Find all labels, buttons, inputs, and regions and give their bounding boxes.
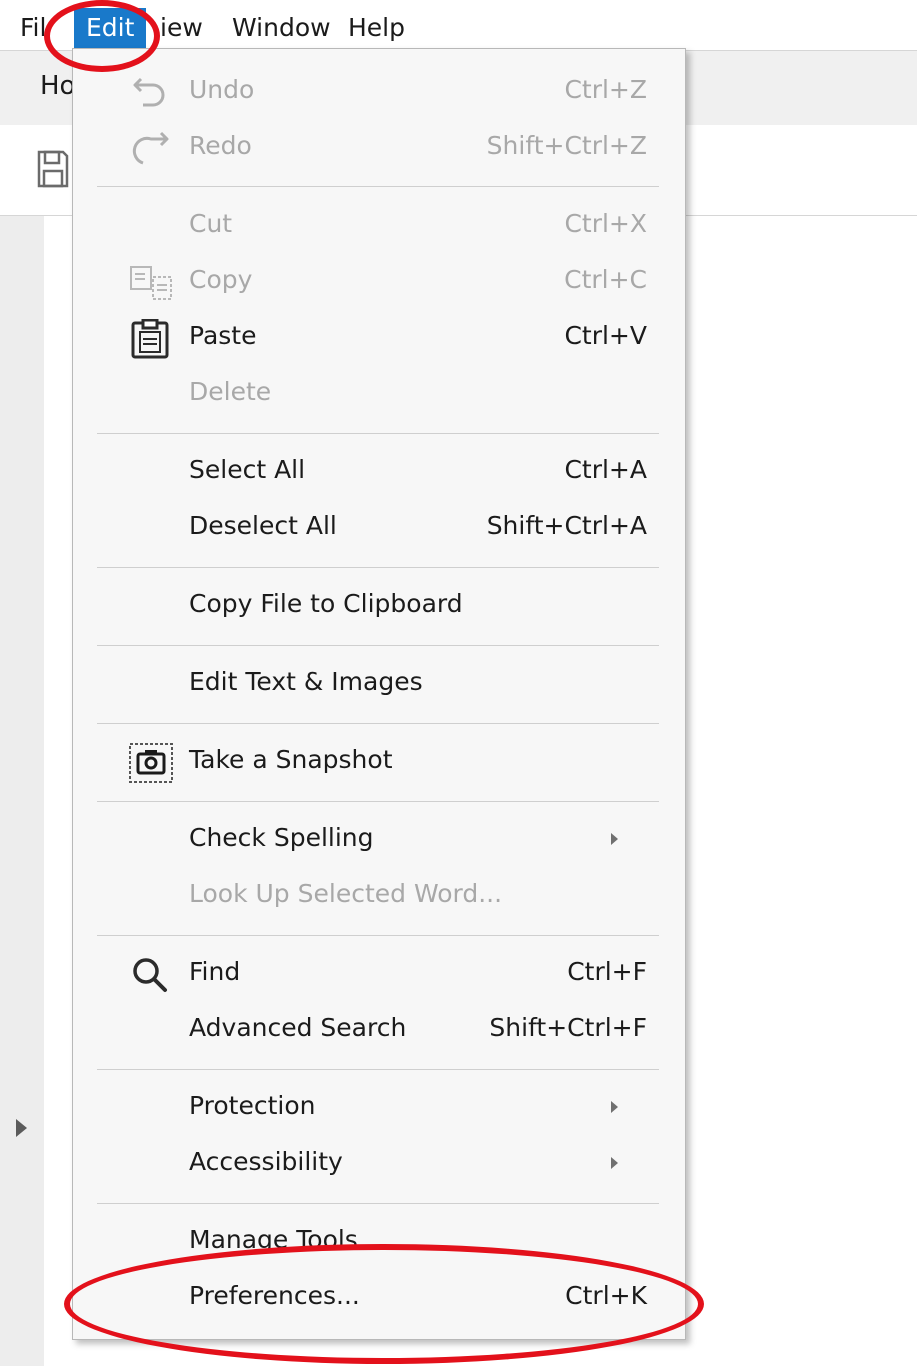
menu-separator xyxy=(97,935,659,936)
menu-item-label: Manage Tools xyxy=(189,1225,358,1254)
menu-item-manage-tools[interactable]: Manage Tools xyxy=(73,1215,685,1271)
menubar-file[interactable]: Fil xyxy=(20,10,46,46)
menu-separator xyxy=(97,723,659,724)
submenu-arrow-icon xyxy=(611,1157,618,1169)
menubar-view[interactable]: iew xyxy=(160,10,203,46)
menu-item-check-spelling[interactable]: Check Spelling xyxy=(73,813,685,869)
menu-item-take-snapshot[interactable]: Take a Snapshot xyxy=(73,735,685,791)
copy-icon xyxy=(129,263,173,303)
camera-icon xyxy=(129,743,173,783)
undo-icon xyxy=(129,73,173,113)
menu-item-label: Undo xyxy=(189,75,255,104)
menu-item-label: Take a Snapshot xyxy=(189,745,393,774)
menu-item-shortcut: Ctrl+A xyxy=(564,455,647,484)
menu-item-shortcut: Ctrl+X xyxy=(564,209,647,238)
menu-item-edit-text-images[interactable]: Edit Text & Images xyxy=(73,657,685,713)
menu-item-protection[interactable]: Protection xyxy=(73,1081,685,1137)
menu-item-label: Edit Text & Images xyxy=(189,667,423,696)
menu-item-label: Protection xyxy=(189,1091,316,1120)
menubar-help[interactable]: Help xyxy=(348,10,405,46)
menubar-edit[interactable]: Edit xyxy=(74,8,147,48)
menu-item-label: Cut xyxy=(189,209,233,238)
menu-item-shortcut: Shift+Ctrl+F xyxy=(489,1013,647,1042)
menu-item-delete[interactable]: Delete xyxy=(73,367,685,423)
menu-item-cut[interactable]: Cut Ctrl+X xyxy=(73,199,685,255)
save-icon[interactable] xyxy=(36,149,70,189)
menu-item-label: Look Up Selected Word... xyxy=(189,879,503,908)
search-icon xyxy=(129,955,173,995)
menu-item-label: Deselect All xyxy=(189,511,337,540)
menu-item-deselect-all[interactable]: Deselect All Shift+Ctrl+A xyxy=(73,501,685,557)
menu-item-preferences[interactable]: Preferences... Ctrl+K xyxy=(73,1271,685,1327)
menu-item-undo[interactable]: Undo Ctrl+Z xyxy=(73,65,685,121)
menu-item-label: Delete xyxy=(189,377,272,406)
menu-separator xyxy=(97,567,659,568)
menu-item-shortcut: Ctrl+F xyxy=(567,957,647,986)
menu-item-shortcut: Shift+Ctrl+A xyxy=(486,511,647,540)
menu-item-advanced-search[interactable]: Advanced Search Shift+Ctrl+F xyxy=(73,1003,685,1059)
menu-item-redo[interactable]: Redo Shift+Ctrl+Z xyxy=(73,121,685,177)
expand-panel-icon[interactable] xyxy=(16,1119,27,1137)
menu-item-shortcut: Ctrl+C xyxy=(564,265,647,294)
menu-item-select-all[interactable]: Select All Ctrl+A xyxy=(73,445,685,501)
menu-separator xyxy=(97,1069,659,1070)
redo-icon xyxy=(129,129,173,169)
menu-item-look-up-selected-word[interactable]: Look Up Selected Word... xyxy=(73,869,685,925)
submenu-arrow-icon xyxy=(611,1101,618,1113)
menu-separator xyxy=(97,1203,659,1204)
menu-item-find[interactable]: Find Ctrl+F xyxy=(73,947,685,1003)
menu-separator xyxy=(97,186,659,187)
menu-separator xyxy=(97,433,659,434)
menu-item-label: Paste xyxy=(189,321,257,350)
menu-separator xyxy=(97,801,659,802)
left-panel xyxy=(0,216,44,1366)
menu-item-shortcut: Ctrl+K xyxy=(565,1281,647,1310)
menu-item-label: Redo xyxy=(189,131,252,160)
menu-item-shortcut: Ctrl+Z xyxy=(564,75,647,104)
menu-item-label: Find xyxy=(189,957,241,986)
menu-bar: Fil Edit iew Window Help xyxy=(0,0,917,52)
submenu-arrow-icon xyxy=(611,833,618,845)
menu-item-label: Preferences... xyxy=(189,1281,360,1310)
menu-item-label: Accessibility xyxy=(189,1147,343,1176)
menu-item-label: Check Spelling xyxy=(189,823,374,852)
menu-item-shortcut: Ctrl+V xyxy=(564,321,647,350)
menubar-window[interactable]: Window xyxy=(232,10,331,46)
edit-menu: Undo Ctrl+Z Redo Shift+Ctrl+Z Cut Ctrl+X xyxy=(72,48,686,1340)
menu-item-paste[interactable]: Paste Ctrl+V xyxy=(73,311,685,367)
menu-item-shortcut: Shift+Ctrl+Z xyxy=(486,131,647,160)
menu-item-label: Select All xyxy=(189,455,306,484)
menu-separator xyxy=(97,645,659,646)
menu-item-label: Advanced Search xyxy=(189,1013,407,1042)
menu-item-copy[interactable]: Copy Ctrl+C xyxy=(73,255,685,311)
tab-home[interactable]: Ho xyxy=(40,71,75,101)
menu-item-label: Copy xyxy=(189,265,253,294)
menu-item-label: Copy File to Clipboard xyxy=(189,589,463,618)
clipboard-icon xyxy=(129,318,173,359)
menu-item-accessibility[interactable]: Accessibility xyxy=(73,1137,685,1193)
menu-item-copy-file-to-clipboard[interactable]: Copy File to Clipboard xyxy=(73,579,685,635)
